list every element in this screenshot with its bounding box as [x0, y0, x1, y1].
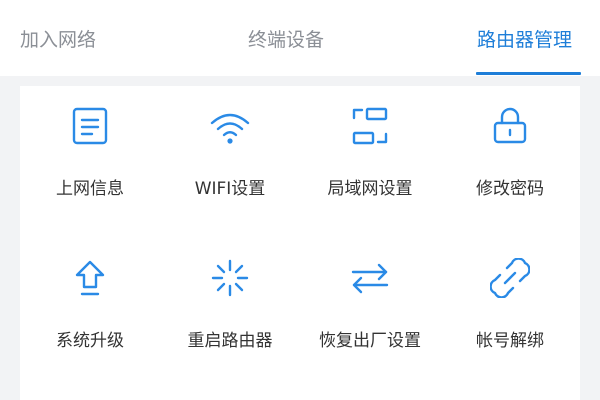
tab-join-network[interactable]: 加入网络 — [20, 27, 96, 53]
tab-router-management[interactable]: 路由器管理 — [477, 27, 572, 53]
item-label: 上网信息 — [56, 179, 124, 199]
item-label: 恢复出厂设置 — [319, 331, 421, 351]
restart-spinner-icon — [210, 258, 250, 298]
unlink-icon — [490, 258, 530, 298]
item-label: 帐号解绑 — [476, 331, 544, 351]
active-tab-indicator — [476, 72, 581, 75]
item-internet-info[interactable]: 上网信息 — [20, 86, 160, 236]
item-account-unbind[interactable]: 帐号解绑 — [440, 238, 580, 388]
item-factory-reset[interactable]: 恢复出厂设置 — [300, 238, 440, 388]
tab-terminal-devices[interactable]: 终端设备 — [248, 27, 324, 53]
lan-frame-icon — [350, 106, 390, 146]
document-icon — [70, 106, 110, 146]
router-management-panel: 上网信息 WIFI设置 局域网设置 修改密码 系统升级 重启路由器 恢复出厂设置… — [20, 86, 580, 400]
item-change-password[interactable]: 修改密码 — [440, 86, 580, 236]
item-restart-router[interactable]: 重启路由器 — [160, 238, 300, 388]
upgrade-arrow-icon — [70, 258, 110, 298]
item-lan-settings[interactable]: 局域网设置 — [300, 86, 440, 236]
item-label: 重启路由器 — [187, 331, 273, 351]
item-label: WIFI设置 — [194, 179, 266, 199]
item-label: 修改密码 — [476, 179, 544, 199]
lock-icon — [490, 106, 530, 146]
item-label: 系统升级 — [56, 331, 124, 351]
item-system-upgrade[interactable]: 系统升级 — [20, 238, 160, 388]
tab-bar: 加入网络 终端设备 路由器管理 — [0, 0, 600, 76]
reset-arrows-icon — [350, 258, 390, 298]
wifi-icon — [210, 106, 250, 146]
item-wifi-settings[interactable]: WIFI设置 — [160, 86, 300, 236]
item-label: 局域网设置 — [327, 179, 413, 199]
